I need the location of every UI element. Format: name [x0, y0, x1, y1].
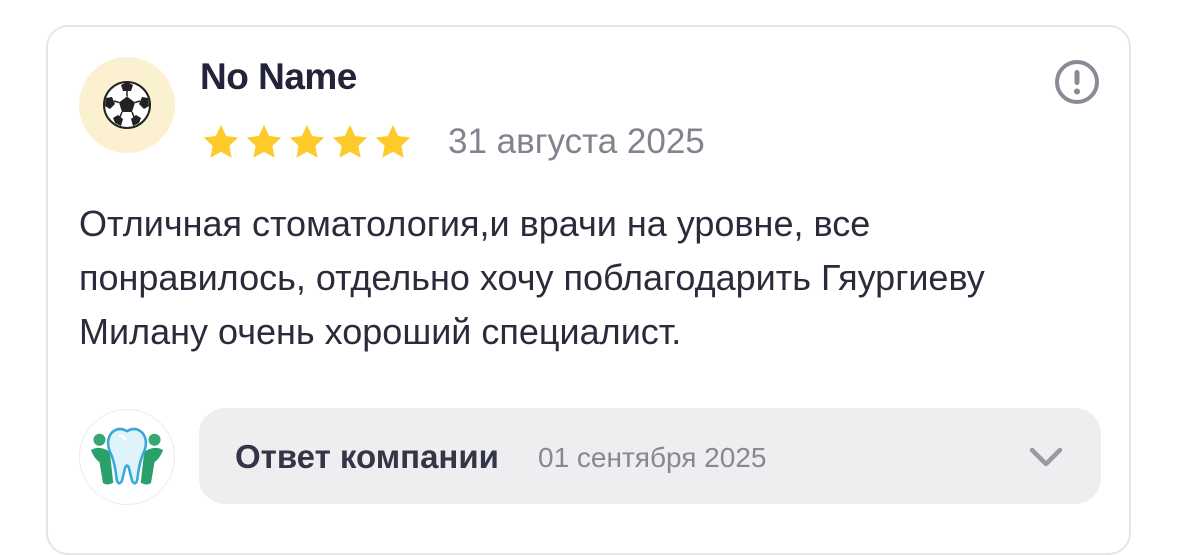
company-reply-title: Ответ компании	[235, 438, 499, 475]
star-icon	[289, 125, 325, 158]
tooth-logo-icon	[90, 427, 164, 485]
star-icon	[332, 125, 368, 158]
review-text: Отличная стоматология,и врачи на уровне,…	[79, 203, 985, 352]
company-logo[interactable]	[79, 409, 175, 505]
star-icon	[375, 125, 411, 158]
exclamation-circle-icon	[1055, 60, 1099, 104]
chevron-down-icon	[1029, 447, 1063, 467]
company-reply-date: 01 сентября 2025	[538, 442, 767, 473]
rating-stars	[201, 122, 413, 162]
star-icon	[203, 125, 239, 158]
review-date: 31 августа 2025	[448, 122, 705, 161]
report-button[interactable]	[1053, 58, 1101, 106]
author-avatar[interactable]	[79, 57, 175, 153]
soccer-ball-icon	[103, 81, 151, 129]
company-reply-toggle[interactable]: Ответ компании 01 сентября 2025	[199, 408, 1101, 504]
star-icon	[246, 125, 282, 158]
author-name[interactable]: No Name	[200, 56, 357, 98]
